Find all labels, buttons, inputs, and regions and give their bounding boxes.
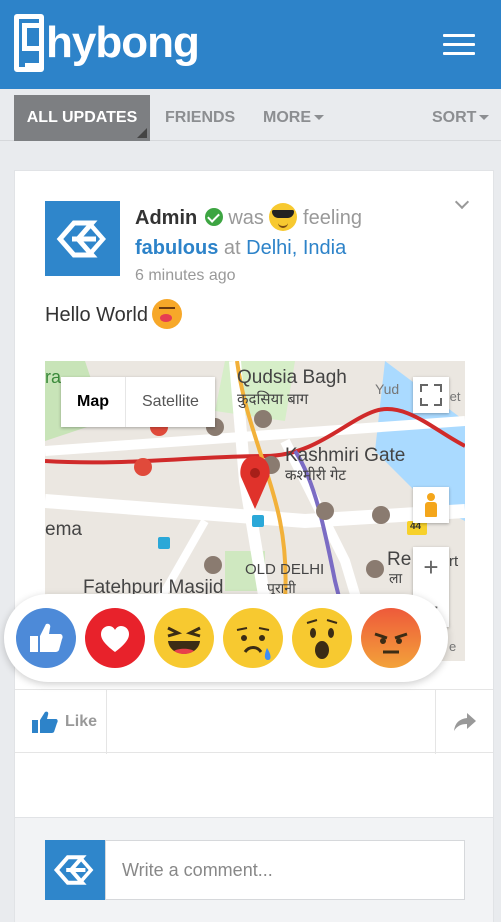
reaction-angry-icon[interactable]: [361, 608, 421, 668]
share-arrow-svg: [453, 713, 476, 731]
feeling-value: fabulous: [135, 237, 219, 259]
post-text: Hello World: [45, 299, 182, 331]
map-label-rt: rt: [449, 553, 459, 570]
like-label: Like: [65, 713, 98, 730]
reaction-haha-icon[interactable]: [154, 608, 214, 668]
like-reaction-svg: [30, 623, 63, 652]
avatar-logo-icon: [56, 220, 106, 257]
tab-all-updates-label: ALL UPDATES: [26, 109, 138, 126]
haha-reaction-svg: [167, 626, 201, 654]
comment-area: [14, 818, 494, 922]
post-text-content: Hello World: [45, 304, 148, 326]
sad-reaction-svg: [236, 627, 271, 660]
reactions-popover: [4, 594, 448, 682]
tab-more[interactable]: MORE: [263, 95, 324, 141]
chevron-down-icon[interactable]: [454, 194, 470, 210]
was-label: was: [228, 207, 264, 229]
map-type-map-button[interactable]: Map: [61, 377, 126, 427]
tab-friends-label: FRIENDS: [165, 109, 236, 126]
logo-s-icon: [14, 14, 44, 72]
app-name: hybong: [46, 18, 200, 67]
at-label: at: [223, 237, 241, 259]
zoom-in-button[interactable]: +: [413, 547, 449, 587]
tab-all-updates[interactable]: ALL UPDATES: [14, 95, 150, 141]
verified-badge-icon: [204, 208, 223, 226]
map-label-kashmiri-hi: कश्मीरी गेट: [285, 467, 346, 484]
fullscreen-icon[interactable]: [413, 377, 449, 413]
map-type-satellite-button[interactable]: Satellite: [126, 377, 215, 427]
map-label-ra: ra: [45, 367, 62, 387]
feeling-label: feeling: [303, 207, 362, 229]
location-link[interactable]: Delhi, India: [246, 237, 346, 259]
comment-input[interactable]: [105, 840, 465, 900]
map-label-qudsia: Qudsia Bagh: [237, 367, 347, 388]
share-arrow-icon[interactable]: [435, 690, 493, 754]
map-label-qudsia-hi: कुदसिया बाग: [237, 391, 309, 408]
map-label-cinema: ema: [45, 519, 82, 540]
like-button[interactable]: Like: [31, 690, 107, 754]
reaction-wow-icon[interactable]: [292, 608, 352, 668]
app-header: hybong: [0, 0, 501, 89]
sort-label: SORT: [432, 109, 477, 126]
wow-reaction-svg: [306, 619, 338, 659]
sort-button[interactable]: SORT: [432, 95, 490, 141]
feed-tabs: ALL UPDATES FRIENDS MORE SORT: [0, 89, 501, 141]
post-card: Admin was feeling fabulous at Delhi, Ind…: [14, 170, 494, 818]
reaction-sad-icon[interactable]: [223, 608, 283, 668]
reaction-like-icon[interactable]: [16, 608, 76, 668]
post-timestamp[interactable]: 6 minutes ago: [135, 263, 362, 289]
avatar[interactable]: [45, 201, 120, 276]
comment-avatar: [45, 840, 105, 900]
street-view-pegman-icon[interactable]: [413, 487, 449, 523]
map-label-re: Re: [387, 549, 412, 570]
thumbs-up-icon: [32, 711, 58, 733]
tab-more-label: MORE: [263, 109, 311, 126]
reaction-love-icon[interactable]: [85, 608, 145, 668]
post-header: Admin was feeling fabulous at Delhi, Ind…: [135, 203, 362, 289]
map-type-toggle: Map Satellite: [61, 377, 215, 427]
hamburger-menu-icon[interactable]: [443, 34, 475, 56]
tab-friends[interactable]: FRIENDS: [165, 95, 235, 141]
caret-down-icon: [479, 115, 490, 121]
map-label-la: ला: [389, 570, 403, 586]
avatar-logo-icon: [53, 855, 94, 885]
love-reaction-svg: [101, 626, 129, 652]
post-actions: Like: [15, 689, 493, 754]
map-label-yud: Yud: [375, 381, 400, 397]
app-logo[interactable]: hybong: [14, 14, 200, 72]
caret-down-icon: [314, 115, 324, 121]
kiss-emoji-icon: [152, 299, 182, 329]
post-author[interactable]: Admin: [135, 207, 197, 229]
angry-reaction-svg: [374, 632, 408, 654]
map-label-kashmiri: Kashmiri Gate: [285, 445, 406, 466]
sunglasses-emoji-icon: [269, 203, 298, 231]
map-label-e: e: [449, 639, 457, 654]
map-label-old-delhi: OLD DELHI: [245, 561, 325, 578]
